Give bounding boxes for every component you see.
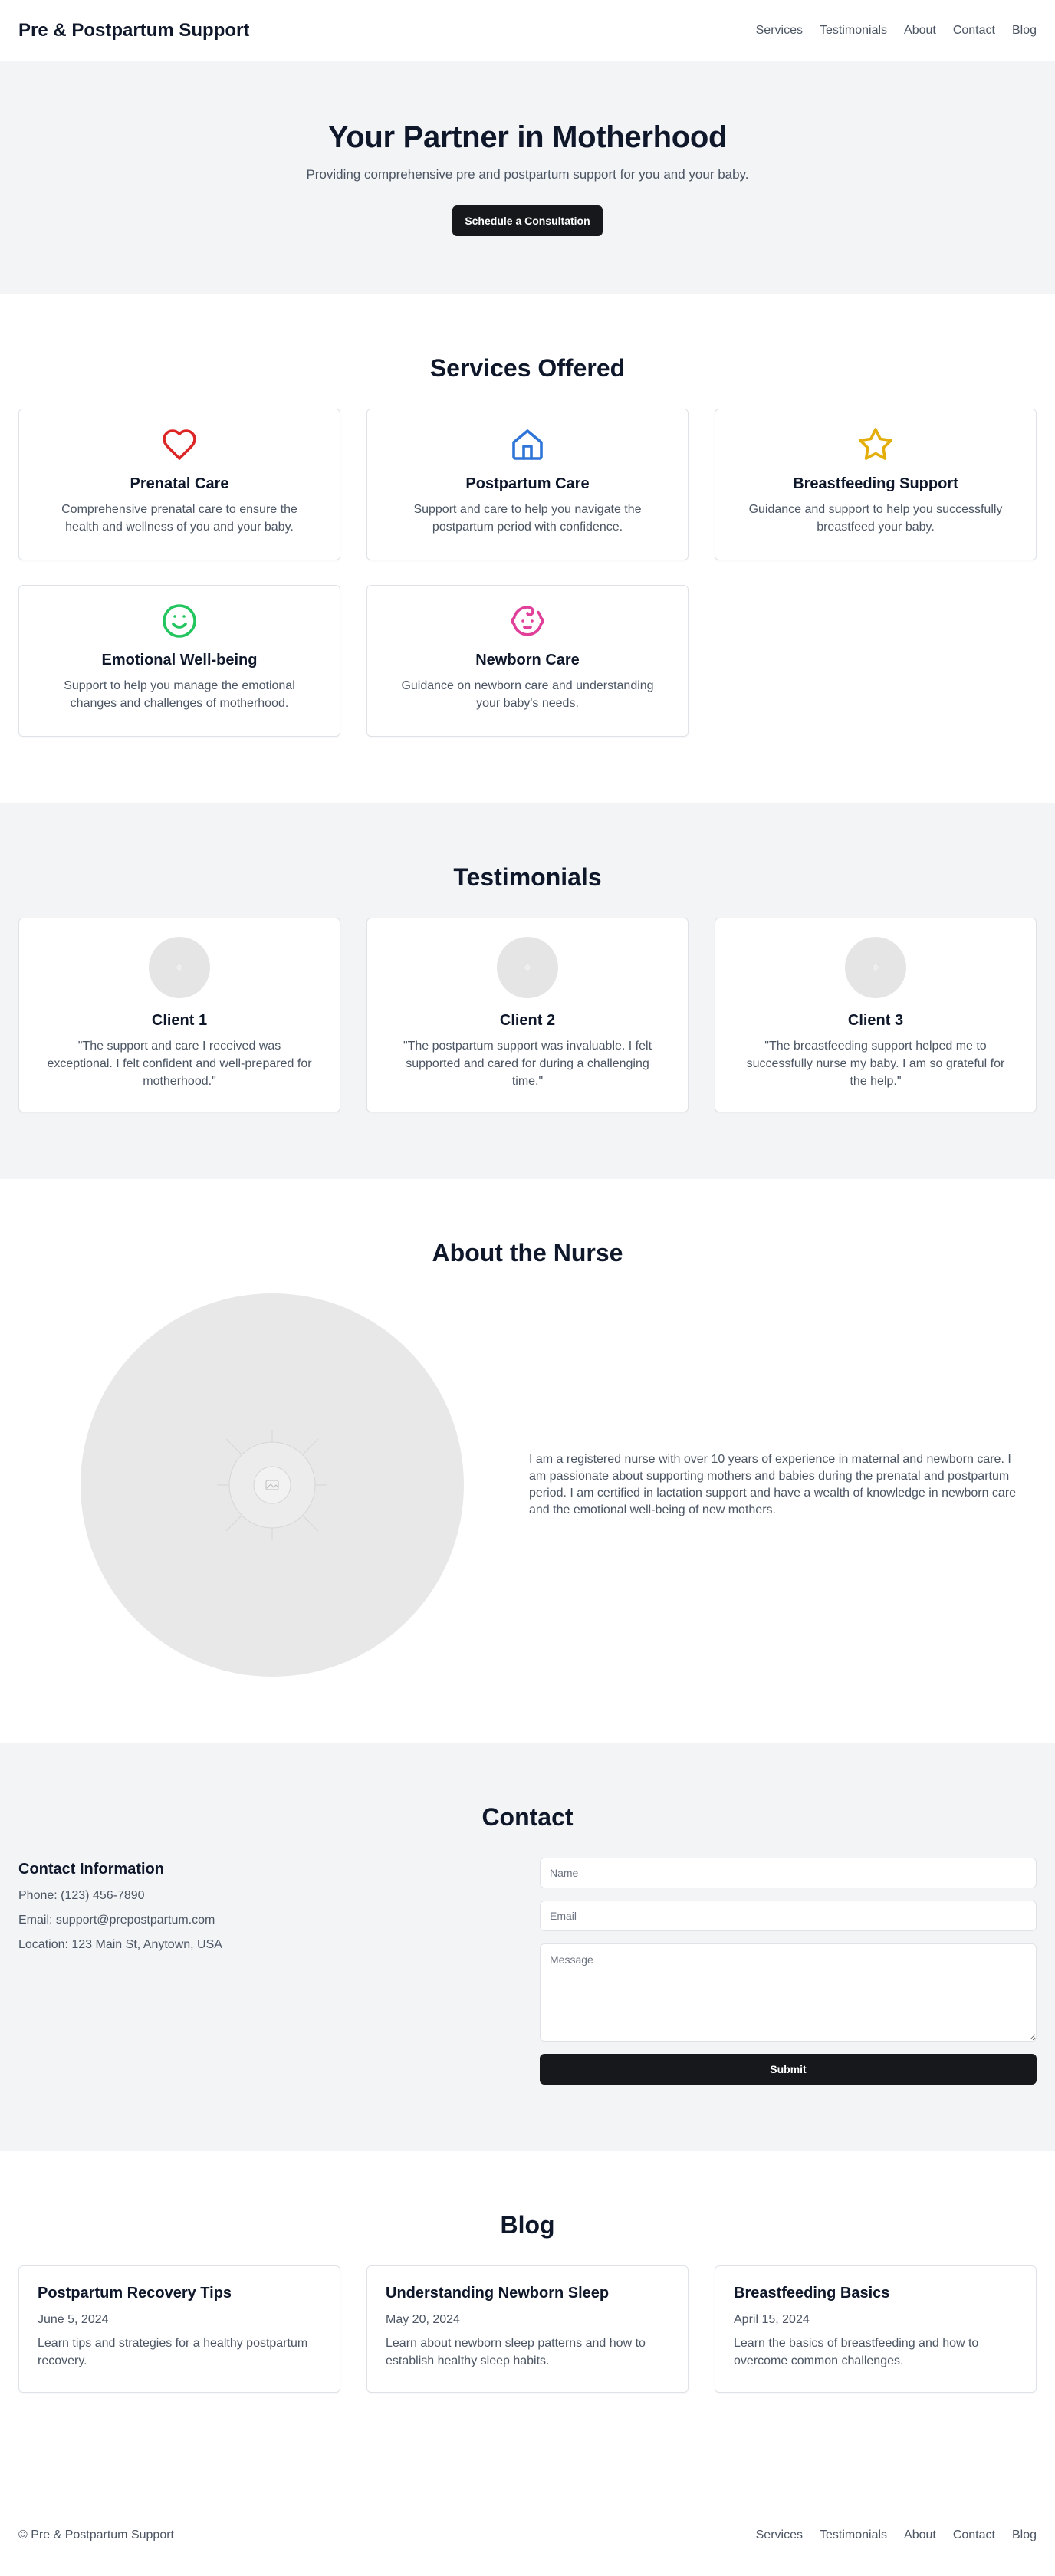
nav-link-contact[interactable]: Contact [953, 24, 995, 38]
testimonial-card: Client 2 "The postpartum support was inv… [366, 918, 689, 1112]
nav-link-services[interactable]: Services [756, 24, 803, 38]
blog-post-card[interactable]: Understanding Newborn Sleep May 20, 2024… [366, 2266, 689, 2393]
blog-section: Blog Postpartum Recovery Tips June 5, 20… [0, 2151, 1055, 2495]
submit-button[interactable]: Submit [540, 2054, 1037, 2085]
footer-nav: Services Testimonials About Contact Blog [756, 2528, 1037, 2542]
testimonial-quote: "The breastfeeding support helped me to … [746, 1040, 1005, 1088]
contact-location: Location: 123 Main St, Anytown, USA [18, 1938, 222, 1951]
blog-post-title[interactable]: Breastfeeding Basics [734, 2285, 1017, 2302]
contact-section: Contact Contact Information Phone: (123)… [0, 1743, 1055, 2151]
testimonials-grid: Client 1 "The support and care I receive… [0, 918, 1055, 1112]
hero-subtitle: Providing comprehensive pre and postpart… [306, 167, 749, 182]
site-header: Pre & Postpartum Support Services Testim… [0, 0, 1055, 61]
blog-post-excerpt: Learn tips and strategies for a healthy … [38, 2337, 308, 2367]
blog-post-excerpt: Learn about newborn sleep patterns and h… [386, 2337, 646, 2367]
about-title: About the Nurse [432, 1239, 623, 1267]
client-name: Client 2 [499, 1012, 556, 1029]
service-title: Newborn Care [475, 652, 580, 669]
schedule-consultation-button[interactable]: Schedule a Consultation [452, 205, 603, 236]
name-field[interactable] [540, 1858, 1037, 1888]
service-description: Support and care to help you navigate th… [413, 503, 642, 534]
blog-post-title[interactable]: Understanding Newborn Sleep [386, 2285, 669, 2302]
blog-post-excerpt: Learn the basics of breastfeeding and ho… [734, 2337, 979, 2367]
contact-info: Contact Information Phone: (123) 456-789… [18, 1858, 540, 2085]
testimonial-card: Client 3 "The breastfeeding support help… [715, 918, 1037, 1112]
avatar [149, 937, 210, 998]
image-placeholder-icon [217, 1430, 327, 1540]
footer-link-contact[interactable]: Contact [953, 2528, 995, 2542]
blog-post-date: May 20, 2024 [386, 2313, 460, 2326]
blog-post-date: June 5, 2024 [38, 2313, 109, 2326]
testimonial-quote: "The postpartum support was invaluable. … [403, 1040, 652, 1088]
contact-content: Contact Information Phone: (123) 456-789… [0, 1858, 1055, 2085]
service-card-breastfeeding: Breastfeeding Support Guidance and suppo… [715, 409, 1037, 560]
about-text: I am a registered nurse with over 10 yea… [529, 1453, 1017, 1516]
service-card-emotional: Emotional Well-being Support to help you… [18, 585, 340, 737]
baby-icon [509, 603, 546, 639]
main-nav: Services Testimonials About Contact Blog [756, 24, 1037, 38]
service-card-postpartum: Postpartum Care Support and care to help… [366, 409, 689, 560]
client-name: Client 3 [847, 1012, 904, 1029]
service-title: Prenatal Care [130, 475, 229, 492]
service-title: Emotional Well-being [101, 652, 258, 669]
service-description: Support to help you manage the emotional… [64, 679, 295, 710]
services-title: Services Offered [429, 354, 626, 382]
image-placeholder-icon [176, 964, 183, 971]
footer-link-about[interactable]: About [904, 2528, 936, 2542]
contact-info-title: Contact Information [18, 1861, 164, 1878]
testimonials-title: Testimonials [453, 863, 602, 891]
nav-link-testimonials[interactable]: Testimonials [820, 24, 887, 38]
site-footer: © Pre & Postpartum Support Services Test… [0, 2495, 1055, 2576]
nav-link-blog[interactable]: Blog [1012, 24, 1037, 38]
blog-post-card[interactable]: Breastfeeding Basics April 15, 2024 Lear… [715, 2266, 1037, 2393]
home-icon [509, 426, 546, 463]
contact-title: Contact [481, 1803, 574, 1831]
testimonial-card: Client 1 "The support and care I receive… [18, 918, 340, 1112]
service-description: Guidance on newborn care and understandi… [401, 679, 654, 710]
blog-post-date: April 15, 2024 [734, 2313, 810, 2326]
service-description: Comprehensive prenatal care to ensure th… [61, 503, 297, 534]
blog-title: Blog [500, 2211, 555, 2239]
message-field[interactable] [540, 1944, 1037, 2042]
image-placeholder-icon [872, 964, 879, 971]
contact-email: Email: support@prepostpartum.com [18, 1914, 215, 1927]
blog-post-title[interactable]: Postpartum Recovery Tips [38, 2285, 321, 2302]
avatar [845, 937, 906, 998]
copyright: © Pre & Postpartum Support [18, 2528, 174, 2542]
footer-link-services[interactable]: Services [756, 2528, 803, 2542]
about-photo-wrapper [18, 1293, 526, 1677]
blog-grid: Postpartum Recovery Tips June 5, 2024 Le… [0, 2266, 1055, 2393]
blog-post-card[interactable]: Postpartum Recovery Tips June 5, 2024 Le… [18, 2266, 340, 2393]
services-grid: Prenatal Care Comprehensive prenatal car… [0, 409, 1055, 737]
service-title: Breastfeeding Support [793, 475, 958, 492]
client-name: Client 1 [151, 1012, 208, 1029]
image-placeholder-icon [524, 964, 531, 971]
email-field[interactable] [540, 1901, 1037, 1931]
services-section: Services Offered Prenatal Care Comprehen… [0, 294, 1055, 803]
heart-icon [161, 426, 198, 463]
service-card-newborn: Newborn Care Guidance on newborn care an… [366, 585, 689, 737]
star-icon [857, 426, 894, 463]
nav-link-about[interactable]: About [904, 24, 936, 38]
contact-form: Submit [540, 1858, 1037, 2085]
footer-link-blog[interactable]: Blog [1012, 2528, 1037, 2542]
testimonials-section: Testimonials Client 1 "The support and c… [0, 803, 1055, 1179]
hero-section: Your Partner in Motherhood Providing com… [0, 61, 1055, 294]
about-content: I am a registered nurse with over 10 yea… [0, 1293, 1055, 1677]
hero-title: Your Partner in Motherhood [327, 120, 728, 154]
nurse-photo-placeholder [81, 1293, 464, 1677]
service-title: Postpartum Care [465, 475, 590, 492]
footer-link-testimonials[interactable]: Testimonials [820, 2528, 887, 2542]
contact-phone: Phone: (123) 456-7890 [18, 1889, 145, 1902]
about-section: About the Nurse I am a registered nurse … [0, 1179, 1055, 1743]
testimonial-quote: "The support and care I received was exc… [47, 1040, 312, 1088]
brand-title[interactable]: Pre & Postpartum Support [18, 20, 249, 41]
service-description: Guidance and support to help you success… [748, 503, 1003, 534]
smile-icon [161, 603, 198, 639]
service-card-prenatal: Prenatal Care Comprehensive prenatal car… [18, 409, 340, 560]
avatar [497, 937, 558, 998]
